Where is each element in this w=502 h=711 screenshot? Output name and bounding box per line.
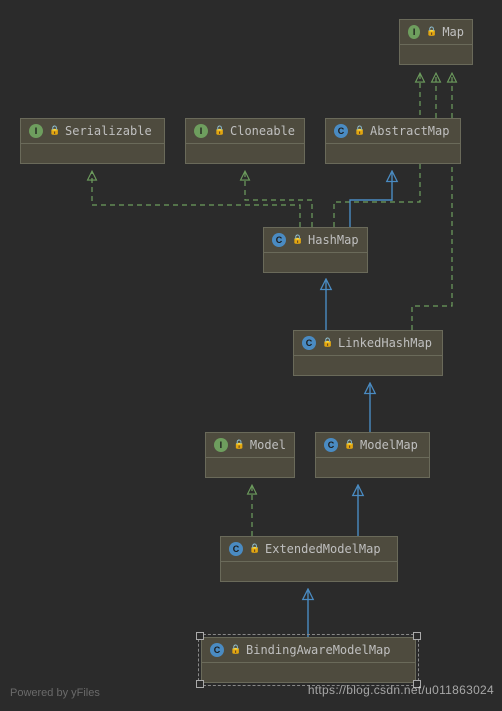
class-node-bindingawaremodelmap[interactable]: C 🔒 BindingAwareModelMap [201, 637, 416, 683]
class-icon: C [229, 542, 243, 556]
node-body [316, 457, 429, 477]
class-node-serializable[interactable]: I 🔒 Serializable [20, 118, 165, 164]
node-label: Serializable [65, 124, 152, 138]
powered-by-label: Powered by yFiles [10, 687, 100, 699]
interface-icon: I [214, 438, 228, 452]
lock-icon: 🔒 [234, 440, 244, 450]
node-body [202, 662, 415, 682]
lock-icon: 🔒 [230, 645, 240, 655]
node-label: Cloneable [230, 124, 295, 138]
lock-icon: 🔒 [49, 126, 59, 136]
node-label: BindingAwareModelMap [246, 643, 391, 657]
node-body [294, 355, 442, 375]
class-icon: C [324, 438, 338, 452]
node-body [326, 143, 460, 163]
interface-icon: I [194, 124, 208, 138]
node-label: LinkedHashMap [338, 336, 432, 350]
node-label: HashMap [308, 233, 359, 247]
class-node-linkedhashmap[interactable]: C 🔒 LinkedHashMap [293, 330, 443, 376]
lock-icon: 🔒 [292, 235, 302, 245]
node-body [264, 252, 367, 272]
lock-icon: 🔒 [426, 27, 436, 37]
lock-icon: 🔒 [249, 544, 259, 554]
node-label: Map [442, 25, 464, 39]
interface-icon: I [29, 124, 43, 138]
class-node-extendedmodelmap[interactable]: C 🔒 ExtendedModelMap [220, 536, 398, 582]
node-body [21, 143, 164, 163]
watermark-label: https://blog.csdn.net/u011863024 [308, 683, 494, 697]
class-icon: C [334, 124, 348, 138]
node-label: AbstractMap [370, 124, 449, 138]
lock-icon: 🔒 [354, 126, 364, 136]
node-label: Model [250, 438, 286, 452]
lock-icon: 🔒 [344, 440, 354, 450]
class-node-cloneable[interactable]: I 🔒 Cloneable [185, 118, 305, 164]
lock-icon: 🔒 [322, 338, 332, 348]
node-label: ExtendedModelMap [265, 542, 381, 556]
node-body [400, 44, 472, 64]
node-body [186, 143, 304, 163]
class-node-model[interactable]: I 🔒 Model [205, 432, 295, 478]
class-node-map[interactable]: I 🔒 Map [399, 19, 473, 65]
class-icon: C [210, 643, 224, 657]
class-node-modelmap[interactable]: C 🔒 ModelMap [315, 432, 430, 478]
lock-icon: 🔒 [214, 126, 224, 136]
node-label: ModelMap [360, 438, 418, 452]
class-node-hashmap[interactable]: C 🔒 HashMap [263, 227, 368, 273]
node-body [221, 561, 397, 581]
class-icon: C [272, 233, 286, 247]
class-icon: C [302, 336, 316, 350]
diagram-canvas: I 🔒 Map I 🔒 Serializable I 🔒 Cloneable C 🔒 Abstract… [0, 0, 502, 711]
class-node-abstractmap[interactable]: C 🔒 AbstractMap [325, 118, 461, 164]
node-body [206, 457, 294, 477]
interface-icon: I [408, 25, 420, 39]
